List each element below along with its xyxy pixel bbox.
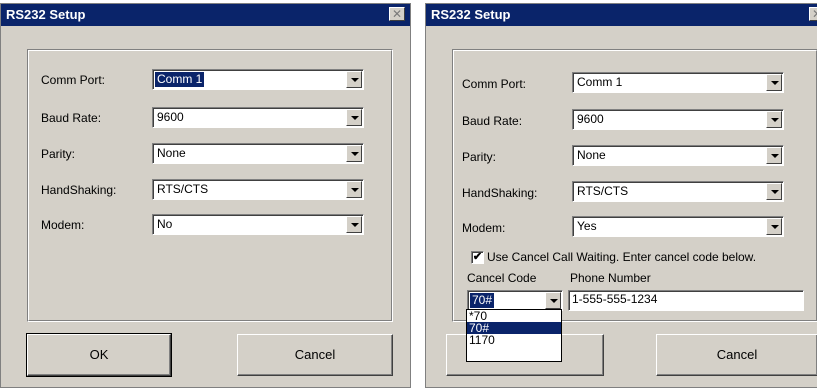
close-icon: ✕ [812,7,817,21]
cancel-button[interactable]: Cancel [656,334,817,376]
handshaking-value: RTS/CTS [157,182,209,196]
chevron-down-icon[interactable] [346,71,362,88]
modem-value: No [157,217,173,231]
modem-select[interactable]: Yes [572,216,784,237]
comm-port-label: Comm Port: [41,73,106,87]
dialog-title: RS232 Setup [6,7,86,22]
baud-rate-select[interactable]: 9600 [152,107,364,128]
baud-rate-value: 9600 [157,110,184,124]
chevron-down-icon[interactable] [766,147,782,164]
modem-select[interactable]: No [152,214,364,235]
cancel-button[interactable]: Cancel [237,334,393,376]
parity-value: None [577,148,606,162]
dropdown-option[interactable]: 1170 [467,334,561,346]
phone-number-label: Phone Number [570,271,651,285]
ok-button[interactable]: OK [26,333,172,377]
handshaking-select[interactable]: RTS/CTS [572,181,784,202]
dialog-title: RS232 Setup [431,7,511,22]
handshaking-label: HandShaking: [41,183,117,197]
comm-port-value: Comm 1 [153,71,206,88]
cancel-code-value: 70# [468,292,496,309]
cancel-code-dropdown-list: *70 70# 1170 [466,309,562,362]
comm-port-value: Comm 1 [577,75,623,89]
chevron-down-icon[interactable] [766,74,782,91]
baud-rate-value: 9600 [577,112,604,126]
handshaking-label: HandShaking: [462,186,538,200]
chevron-down-icon[interactable] [766,183,782,200]
comm-port-select[interactable]: Comm 1 [572,72,784,93]
modem-label: Modem: [41,218,85,232]
chevron-down-icon[interactable] [346,109,362,126]
chevron-down-icon[interactable] [346,216,362,233]
baud-rate-label: Baud Rate: [462,114,523,128]
baud-rate-select[interactable]: 9600 [572,109,784,130]
phone-number-input[interactable]: 1-555-555-1234 [568,290,804,311]
close-button[interactable]: ✕ [389,7,405,21]
chevron-down-icon[interactable] [346,181,362,198]
chevron-down-icon[interactable] [766,218,782,235]
parity-label: Parity: [462,150,497,164]
parity-select[interactable]: None [152,143,364,164]
modem-value: Yes [577,219,597,233]
parity-select[interactable]: None [572,145,784,166]
handshaking-value: RTS/CTS [577,184,629,198]
baud-rate-label: Baud Rate: [41,111,102,125]
chevron-down-icon[interactable] [545,292,561,309]
cancel-call-waiting-label: Use Cancel Call Waiting. Enter cancel co… [487,250,757,264]
handshaking-select[interactable]: RTS/CTS [152,179,364,200]
close-icon: ✕ [391,7,403,21]
modem-label: Modem: [462,221,506,235]
title-bar[interactable]: RS232 Setup [1,4,410,26]
chevron-down-icon[interactable] [346,145,362,162]
comm-port-label: Comm Port: [462,77,527,91]
parity-value: None [157,146,186,160]
checkmark-icon: ✔ [472,251,483,263]
title-bar[interactable]: RS232 Setup [426,4,817,26]
cancel-code-select[interactable]: 70# [467,290,563,311]
chevron-down-icon[interactable] [766,111,782,128]
parity-label: Parity: [41,147,76,161]
cancel-call-waiting-checkbox[interactable]: ✔ [471,251,484,264]
rs232-setup-dialog-left: RS232 Setup ✕ Comm Port: Comm 1 Baud Rat… [0,3,411,388]
cancel-code-label: Cancel Code [467,271,537,285]
comm-port-select[interactable]: Comm 1 [152,69,364,90]
close-button[interactable]: ✕ [809,7,817,21]
